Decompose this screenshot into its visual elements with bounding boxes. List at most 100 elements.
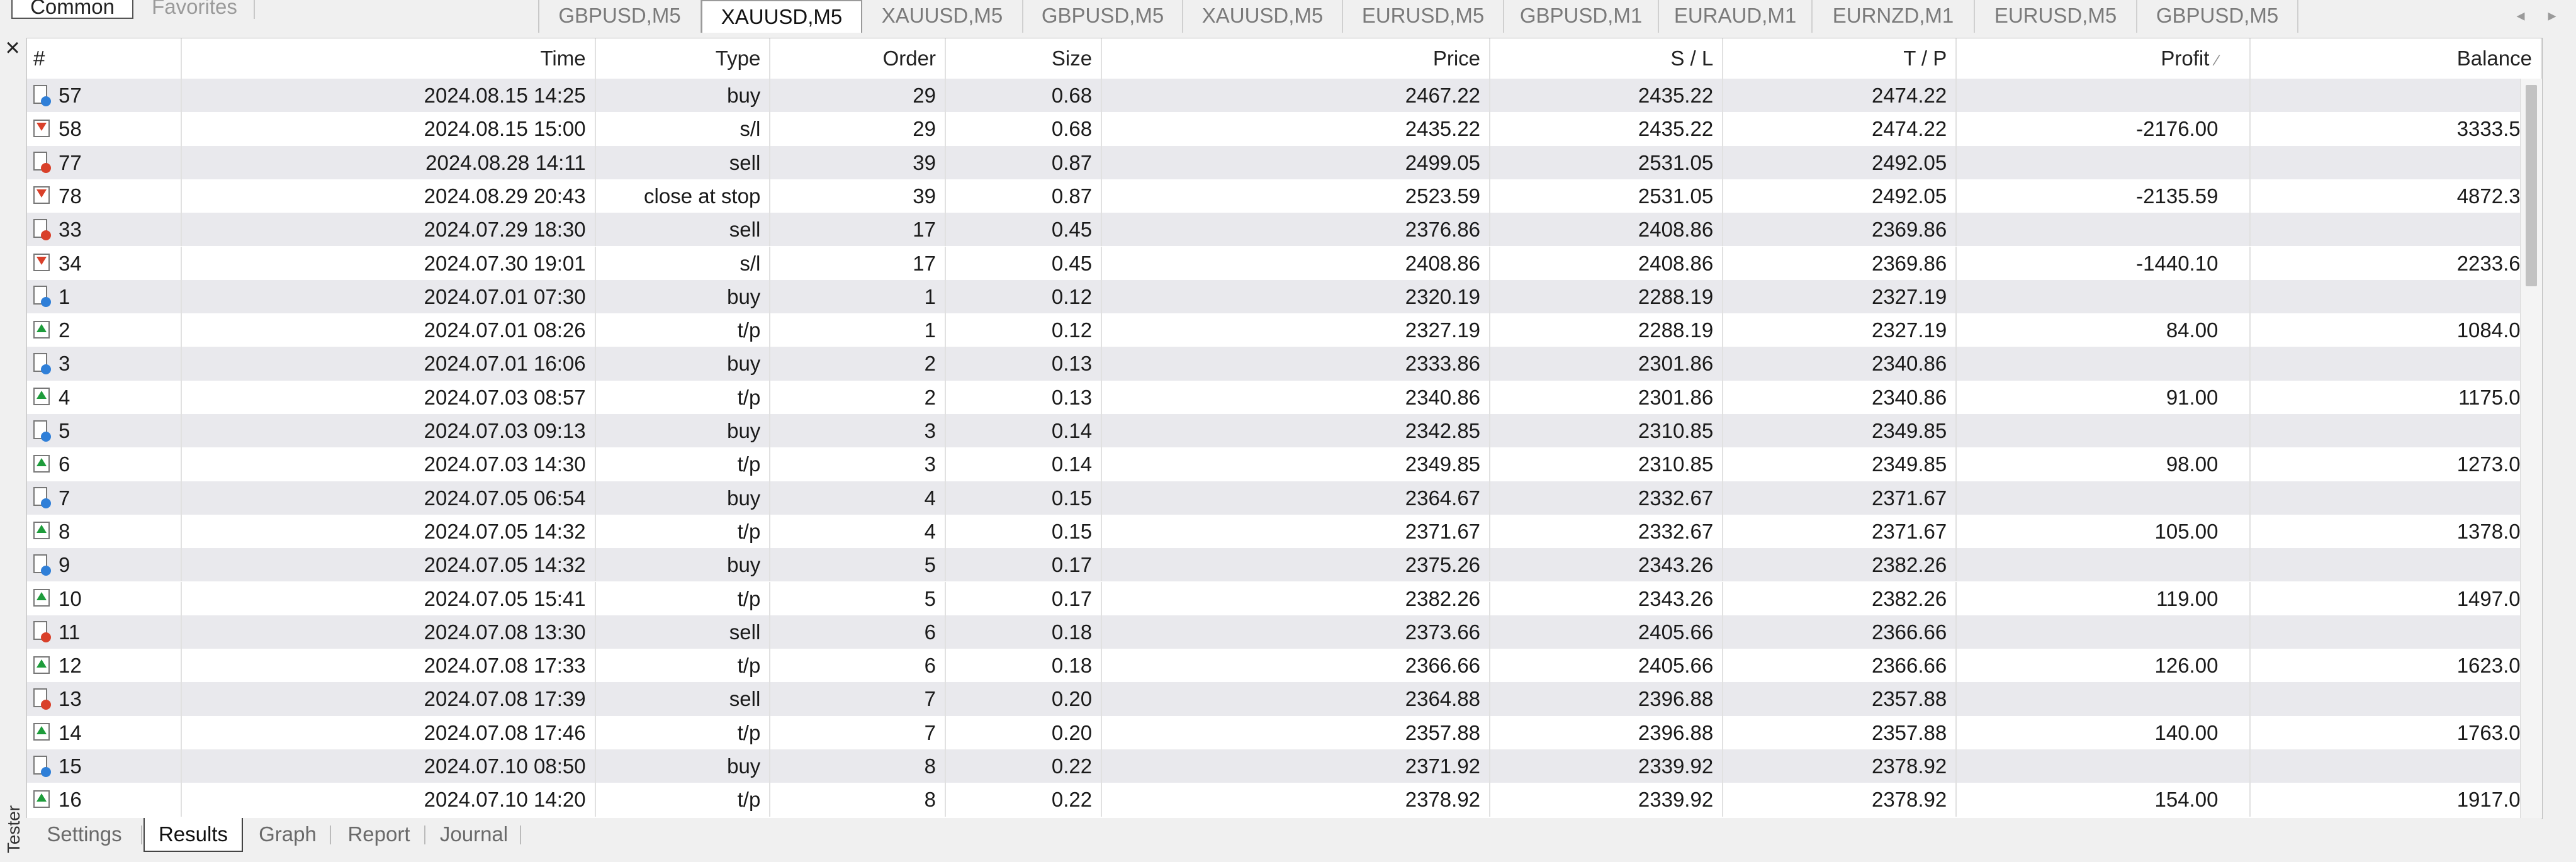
cell-tp: 2382.26 <box>1723 548 1957 582</box>
cell-tp: 2357.88 <box>1723 715 1957 749</box>
table-row[interactable]: 10 2024.07.05 15:41 t/p 5 0.17 2382.26 2343.26… <box>27 581 2542 615</box>
cell-sl: 2332.67 <box>1490 514 1724 549</box>
chart-tab-gbpusd-m1[interactable]: GBPUSD,M1 <box>1504 0 1659 33</box>
chart-tab-xauusd-m5[interactable]: XAUUSD,M5 <box>701 0 862 33</box>
tab-journal[interactable]: Journal <box>427 818 521 852</box>
cell-time: 2024.07.03 14:30 <box>182 447 596 481</box>
row-number: 16 <box>59 788 82 812</box>
row-number: 5 <box>59 419 70 442</box>
tab-results[interactable]: Results <box>143 818 243 852</box>
scroll-left-icon[interactable]: ◂ <box>2508 0 2533 33</box>
column-header-time[interactable]: Time <box>182 38 596 79</box>
row-number-cell: 33 <box>27 213 182 247</box>
column-header-profit[interactable]: Profit ⁄ <box>1957 38 2251 79</box>
scroll-right-icon[interactable]: ▸ <box>2539 0 2565 33</box>
chart-tab-xauusd-m5[interactable]: XAUUSD,M5 <box>862 0 1023 33</box>
tab-graph[interactable]: Graph <box>244 818 331 852</box>
cell-type: t/p <box>596 514 771 549</box>
column-header-price[interactable]: Price <box>1102 38 1491 79</box>
table-row[interactable]: 11 2024.07.08 13:30 sell 6 0.18 2373.66 2405.6… <box>27 615 2542 649</box>
table-row[interactable]: 6 2024.07.03 14:30 t/p 3 0.14 2349.85 2310.85 2… <box>27 447 2542 481</box>
table-row[interactable]: 77 2024.08.28 14:11 sell 39 0.87 2499.05 2531.… <box>27 145 2542 179</box>
row-number-cell: 14 <box>27 715 182 749</box>
chart-tab-eurusd-m5[interactable]: EURUSD,M5 <box>1975 0 2137 33</box>
cell-order: 8 <box>770 749 946 783</box>
cell-tp: 2327.19 <box>1723 313 1957 347</box>
row-number-cell: 9 <box>27 548 182 582</box>
table-row[interactable]: 3 2024.07.01 16:06 buy 2 0.13 2333.86 2301.86 2… <box>27 347 2542 381</box>
navigator-tab-common[interactable]: Common <box>11 0 133 19</box>
cell-tp: 2378.92 <box>1723 749 1957 783</box>
column-header-number[interactable]: # <box>27 38 182 79</box>
table-row[interactable]: 13 2024.07.08 17:39 sell 7 0.20 2364.88 2396.8… <box>27 682 2542 716</box>
table-row[interactable]: 16 2024.07.10 14:20 t/p 8 0.22 2378.92 2339.92… <box>27 783 2542 817</box>
chart-tab-euraud-m1[interactable]: EURAUD,M1 <box>1659 0 1813 33</box>
cell-sl: 2339.92 <box>1490 749 1724 783</box>
table-row[interactable]: 58 2024.08.15 15:00 s/l 29 0.68 2435.22 2435.2… <box>27 112 2542 146</box>
navigator-tab-favorites[interactable]: Favorites <box>135 0 255 19</box>
chart-tab-eurusd-m5[interactable]: EURUSD,M5 <box>1343 0 1504 33</box>
row-number-cell: 13 <box>27 682 182 716</box>
table-row[interactable]: 2 2024.07.01 08:26 t/p 1 0.12 2327.19 2288.19 2… <box>27 313 2542 347</box>
scrollbar-thumb[interactable] <box>2526 85 2537 286</box>
cell-order: 39 <box>770 145 946 179</box>
cell-order: 2 <box>770 380 946 414</box>
close-icon[interactable]: × <box>1 35 24 60</box>
tester-label-text: Tester <box>4 805 23 854</box>
tab-settings[interactable]: Settings <box>26 818 142 852</box>
table-row[interactable]: 7 2024.07.05 06:54 buy 4 0.15 2364.67 2332.67 2… <box>27 481 2542 515</box>
cell-profit: 105.00 <box>1957 514 2251 549</box>
table-row[interactable]: 4 2024.07.03 08:57 t/p 2 0.13 2340.86 2301.86 2… <box>27 380 2542 414</box>
row-number: 7 <box>59 486 70 510</box>
table-row[interactable]: 5 2024.07.03 09:13 buy 3 0.14 2342.85 2310.85 2… <box>27 414 2542 448</box>
cell-time: 2024.07.10 08:50 <box>182 749 596 783</box>
cell-type: t/p <box>596 783 771 817</box>
table-row[interactable]: 78 2024.08.29 20:43 close at stop 39 0.87 252… <box>27 179 2542 213</box>
cell-size: 0.45 <box>946 213 1103 247</box>
table-row[interactable]: 14 2024.07.08 17:46 t/p 7 0.20 2357.88 2396.88… <box>27 715 2542 749</box>
table-row[interactable]: 33 2024.07.29 18:30 sell 17 0.45 2376.86 2408.… <box>27 213 2542 247</box>
chart-tab-eurnzd-m1[interactable]: EURNZD,M1 <box>1813 0 1975 33</box>
row-number: 1 <box>59 284 70 308</box>
results-table: # Time Type Order Size Price S / L T / P Profit ⁄… <box>26 38 2543 819</box>
chart-tab-gbpusd-m5[interactable]: GBPUSD,M5 <box>2137 0 2298 33</box>
tab-report[interactable]: Report <box>332 818 425 852</box>
column-header-type[interactable]: Type <box>596 38 771 79</box>
table-row[interactable]: 12 2024.07.08 17:33 t/p 6 0.18 2366.66 2405.66… <box>27 649 2542 683</box>
buy-order-icon <box>33 487 51 509</box>
chart-tab-xauusd-m5[interactable]: XAUUSD,M5 <box>1183 0 1343 33</box>
cell-type: s/l <box>596 112 771 146</box>
column-header-take-profit[interactable]: T / P <box>1723 38 1957 79</box>
vertical-scrollbar[interactable] <box>2520 79 2542 819</box>
cell-price: 2523.59 <box>1102 179 1491 213</box>
table-row[interactable]: 15 2024.07.10 08:50 buy 8 0.22 2371.92 2339.92… <box>27 749 2542 783</box>
table-row[interactable]: 57 2024.08.15 14:25 buy 29 0.68 2467.22 2435.2… <box>27 79 2542 113</box>
chart-tab-gbpusd-m5[interactable]: GBPUSD,M5 <box>539 0 701 33</box>
cell-balance <box>2251 749 2542 783</box>
table-row[interactable]: 9 2024.07.05 14:32 buy 5 0.17 2375.26 2343.26 2… <box>27 548 2542 582</box>
chart-tab-gbpusd-m5[interactable]: GBPUSD,M5 <box>1023 0 1183 33</box>
cell-profit <box>1957 548 2251 582</box>
cell-sl: 2405.66 <box>1490 615 1724 649</box>
buy-order-icon <box>33 286 51 308</box>
tab-label: Journal <box>439 822 509 846</box>
cell-balance <box>2251 347 2542 381</box>
column-header-balance[interactable]: Balance <box>2251 38 2542 79</box>
cell-type: t/p <box>596 715 771 749</box>
cell-tp: 2474.22 <box>1723 112 1957 146</box>
column-header-order[interactable]: Order <box>770 38 946 79</box>
cell-time: 2024.07.08 17:33 <box>182 649 596 683</box>
take-profit-icon <box>33 320 51 341</box>
cell-type: sell <box>596 615 771 649</box>
table-row[interactable]: 34 2024.07.30 19:01 s/l 17 0.45 2408.86 2408.8… <box>27 246 2542 280</box>
table-row[interactable]: 1 2024.07.01 07:30 buy 1 0.12 2320.19 2288.19 2… <box>27 279 2542 314</box>
table-row[interactable]: 8 2024.07.05 14:32 t/p 4 0.15 2371.67 2332.67 2… <box>27 514 2542 549</box>
column-header-size[interactable]: Size <box>946 38 1103 79</box>
column-header-stop-loss[interactable]: S / L <box>1490 38 1724 79</box>
cell-order: 6 <box>770 649 946 683</box>
buy-order-icon <box>33 755 51 777</box>
sell-order-icon <box>33 218 51 240</box>
cell-profit <box>1957 481 2251 515</box>
cell-time: 2024.08.28 14:11 <box>182 145 596 179</box>
cell-sl: 2288.19 <box>1490 313 1724 347</box>
